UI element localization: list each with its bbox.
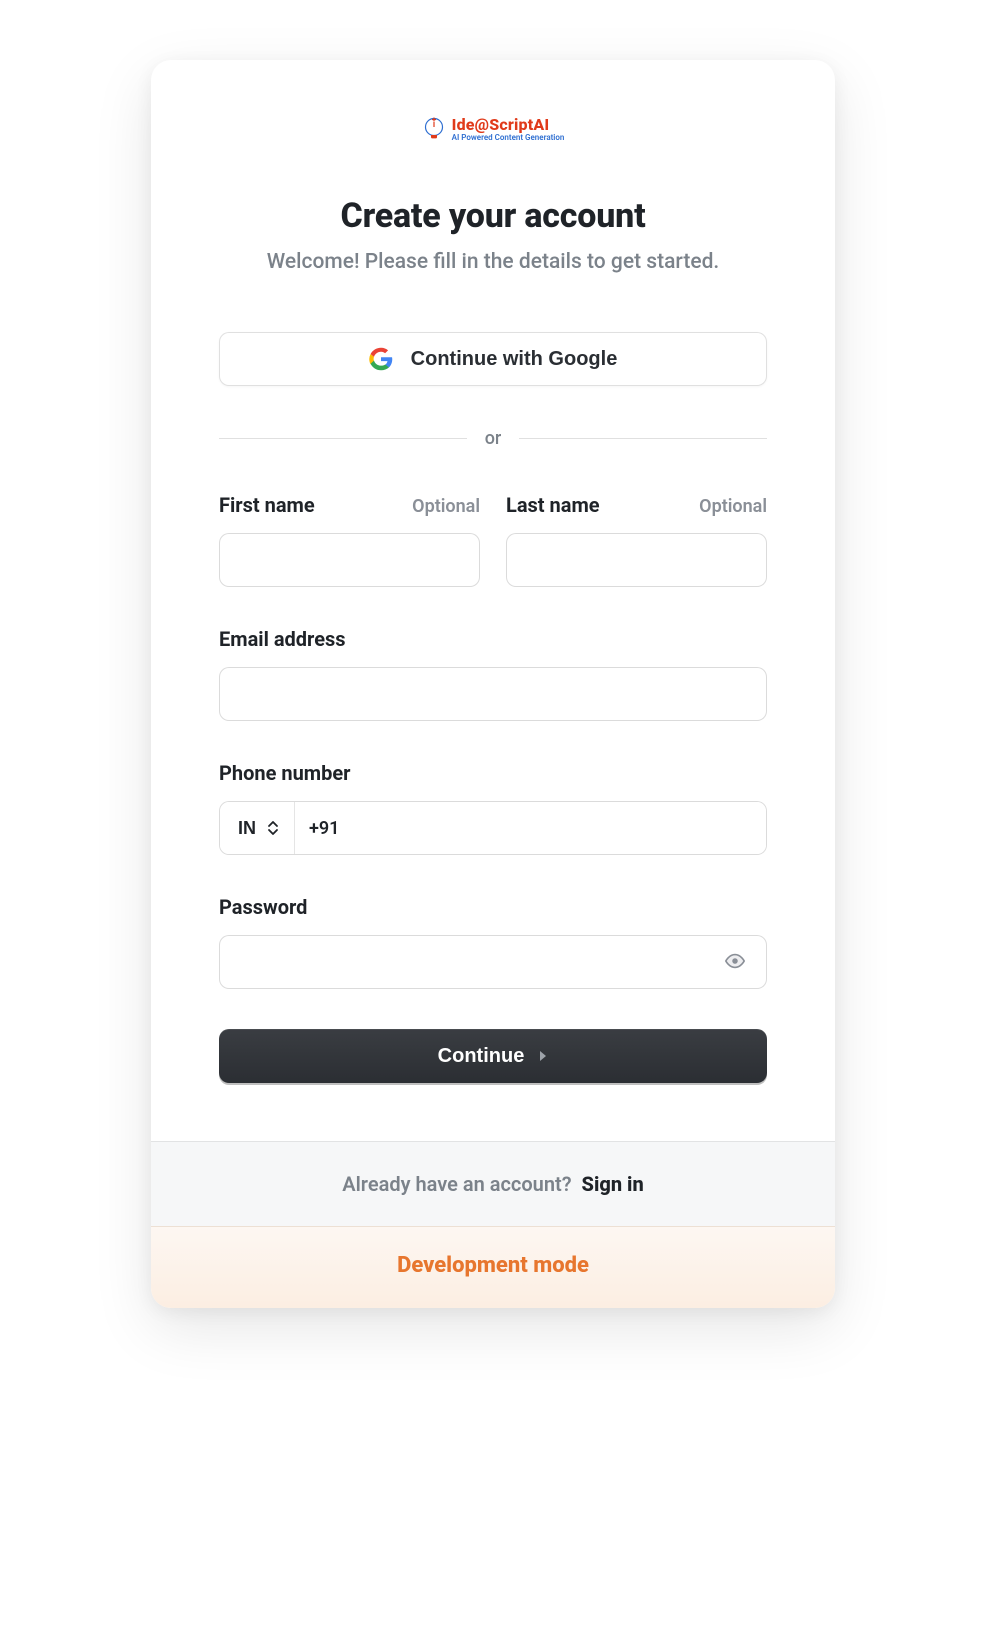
last-name-input[interactable] (506, 533, 767, 587)
signup-card: Ide@ScriptAI AI Powered Content Generati… (151, 60, 835, 1308)
first-name-field: First name Optional (219, 493, 480, 587)
last-name-label: Last name (506, 493, 600, 517)
caret-right-icon (538, 1050, 548, 1062)
email-input[interactable] (219, 667, 767, 721)
phone-field: Phone number IN +91 (219, 761, 767, 855)
password-label: Password (219, 895, 307, 919)
logo-title: Ide@ScriptAI (452, 117, 565, 134)
divider-line-right (519, 438, 767, 439)
first-name-label: First name (219, 493, 315, 517)
google-icon (369, 347, 393, 371)
brand-logo: Ide@ScriptAI AI Powered Content Generati… (422, 116, 565, 144)
toggle-password-visibility-button[interactable] (713, 935, 757, 989)
password-input[interactable] (219, 935, 767, 989)
page: Ide@ScriptAI AI Powered Content Generati… (0, 0, 986, 1635)
phone-label: Phone number (219, 761, 350, 785)
development-mode-bar: Development mode (151, 1226, 835, 1308)
logo-subtitle: AI Powered Content Generation (452, 134, 565, 142)
sign-in-link[interactable]: Sign in (582, 1172, 644, 1196)
google-button-label: Continue with Google (411, 348, 618, 371)
last-name-optional-tag: Optional (699, 496, 767, 517)
continue-with-google-button[interactable]: Continue with Google (219, 332, 767, 386)
country-code-value: IN (238, 818, 256, 839)
phone-input-wrap: IN +91 (219, 801, 767, 855)
last-name-field: Last name Optional (506, 493, 767, 587)
country-code-select[interactable]: IN (220, 802, 295, 854)
page-subtitle: Welcome! Please fill in the details to g… (219, 250, 767, 274)
first-name-optional-tag: Optional (412, 496, 480, 517)
chevron-up-down-icon (266, 819, 280, 837)
email-field: Email address (219, 627, 767, 721)
continue-button[interactable]: Continue (219, 1029, 767, 1083)
divider-line-left (219, 438, 467, 439)
logo: Ide@ScriptAI AI Powered Content Generati… (219, 116, 767, 144)
continue-label: Continue (438, 1045, 525, 1068)
dial-prefix: +91 (295, 802, 345, 854)
divider: or (219, 428, 767, 449)
card-footer: Already have an account? Sign in (151, 1141, 835, 1226)
footer-prompt: Already have an account? (342, 1172, 571, 1196)
first-name-input[interactable] (219, 533, 480, 587)
page-title: Create your account (219, 196, 767, 236)
development-mode-label: Development mode (397, 1253, 589, 1278)
lightbulb-icon (422, 116, 446, 144)
password-field: Password (219, 895, 767, 989)
eye-icon (724, 950, 746, 975)
card-body: Ide@ScriptAI AI Powered Content Generati… (151, 60, 835, 1141)
email-label: Email address (219, 627, 346, 651)
divider-or: or (485, 428, 502, 449)
phone-input[interactable] (345, 802, 766, 854)
